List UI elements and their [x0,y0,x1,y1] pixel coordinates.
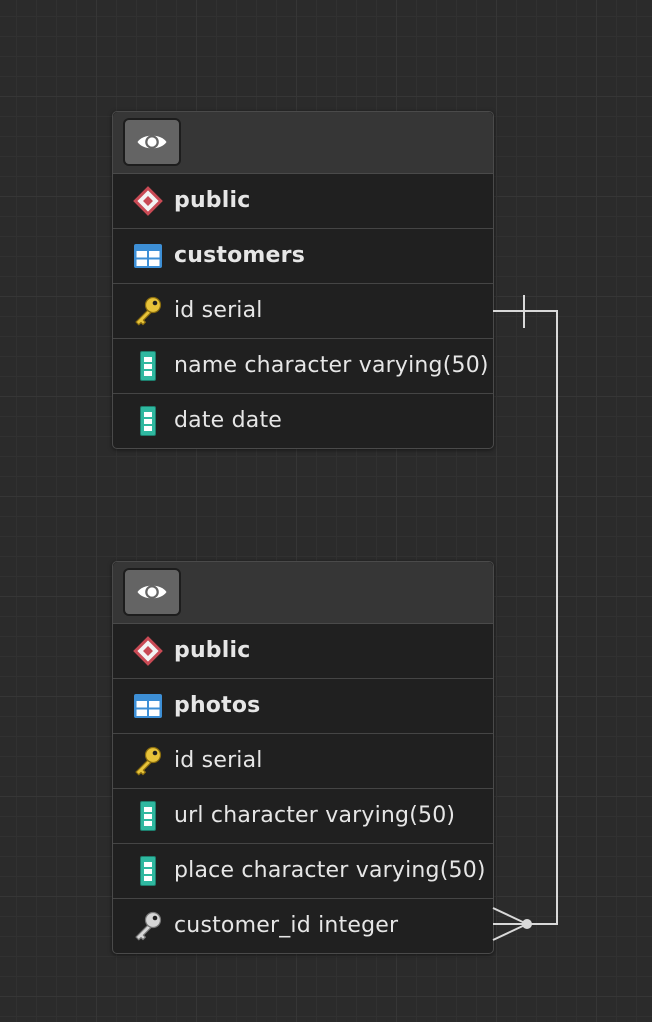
many-cardinality-marker [492,923,528,941]
many-cardinality-marker [492,907,528,925]
relationship-line [492,295,558,941]
connector-dot [522,919,532,929]
relationship-connector[interactable] [0,0,652,1022]
